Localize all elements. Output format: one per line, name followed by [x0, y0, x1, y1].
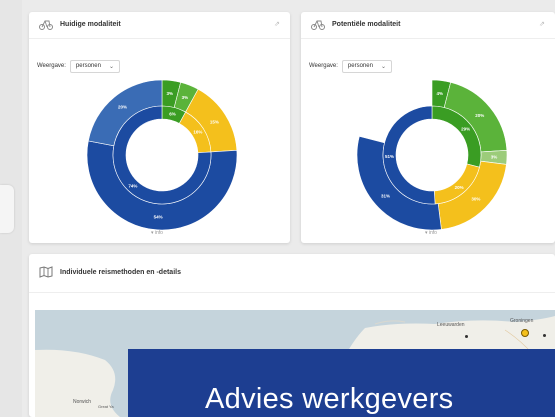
view-select[interactable]: personen ⌄: [341, 59, 392, 73]
card-title: Potentiële modaliteit: [332, 21, 401, 28]
map-icon: [39, 266, 53, 278]
info-link[interactable]: ▾ info: [425, 230, 437, 236]
modality-icon: [311, 20, 325, 30]
view-label: Weergave:: [37, 63, 66, 69]
view-select[interactable]: personen ⌄: [69, 59, 120, 73]
pin-icon[interactable]: ⇗: [274, 20, 280, 28]
chevron-down-icon: ⌄: [380, 63, 386, 70]
map-marker[interactable]: [465, 335, 468, 338]
donut-segment-label: 3%: [182, 95, 189, 100]
map-label-leeuwarden: Leeuwarden: [437, 322, 465, 328]
card-title: Individuele reismethoden en -details: [60, 269, 181, 276]
donut-segment-label: 51%: [385, 154, 394, 159]
map-label-norwich: Norwich: [73, 399, 92, 405]
donut-segment-label: 16%: [193, 130, 202, 135]
card-header: Individuele reismethoden en -details: [29, 254, 555, 293]
donut-segment-label: 20%: [455, 185, 464, 190]
card-title: Huidige modaliteit: [60, 21, 121, 28]
donut-segment-label: 15%: [210, 119, 219, 124]
info-link[interactable]: ▾ info: [151, 230, 163, 236]
advice-banner-text: Advies werkgevers: [205, 383, 454, 415]
donut-segment-label: 29%: [461, 126, 470, 131]
donut-segment-label: 6%: [169, 111, 176, 116]
modality-donut-chart: 3% 3% 15% 54% 20% 6% 16% 74%: [87, 80, 237, 230]
donut-segment-label: 3%: [167, 91, 174, 96]
modality-donut-chart: 4% 20% 3% 30% 31% 29% 20% 51%: [357, 80, 507, 230]
donut-segment-label: 54%: [154, 214, 163, 219]
donut-segment-label: 31%: [381, 194, 390, 199]
card-potentiele-modaliteit: Potentiële modaliteit ⇗ Weergave: person…: [301, 12, 555, 243]
map-marker[interactable]: [543, 334, 546, 337]
map-label-great-yarmouth: Great Ya: [98, 404, 114, 409]
map-label-groningen: Groningen: [510, 318, 534, 324]
card-huidige-modaliteit: Huidige modaliteit ⇗ Weergave: personen …: [29, 12, 290, 243]
view-selector-row: Weergave: personen ⌄: [309, 58, 392, 74]
view-select-value: personen: [75, 63, 101, 69]
advice-banner[interactable]: Advies werkgevers: [128, 349, 555, 417]
view-label: Weergave:: [309, 63, 338, 69]
card-header: Huidige modaliteit ⇗: [29, 12, 290, 39]
chevron-down-icon: ⌄: [108, 63, 114, 70]
card-header: Potentiële modaliteit ⇗: [301, 12, 555, 39]
pin-icon[interactable]: ⇗: [539, 20, 545, 28]
donut-segment-label: 74%: [128, 183, 137, 188]
donut-segment-label: 4%: [437, 91, 444, 96]
donut-segment-label: 30%: [471, 196, 480, 201]
sidebar-toggle-tab[interactable]: [0, 185, 14, 233]
map-marker[interactable]: [521, 329, 529, 337]
modality-icon: [39, 20, 53, 30]
donut-segment-label: 20%: [118, 105, 127, 110]
donut-segment-label: 3%: [491, 154, 498, 159]
view-select-value: personen: [347, 63, 373, 69]
view-selector-row: Weergave: personen ⌄: [37, 58, 120, 74]
donut-segment-label: 20%: [475, 113, 484, 118]
